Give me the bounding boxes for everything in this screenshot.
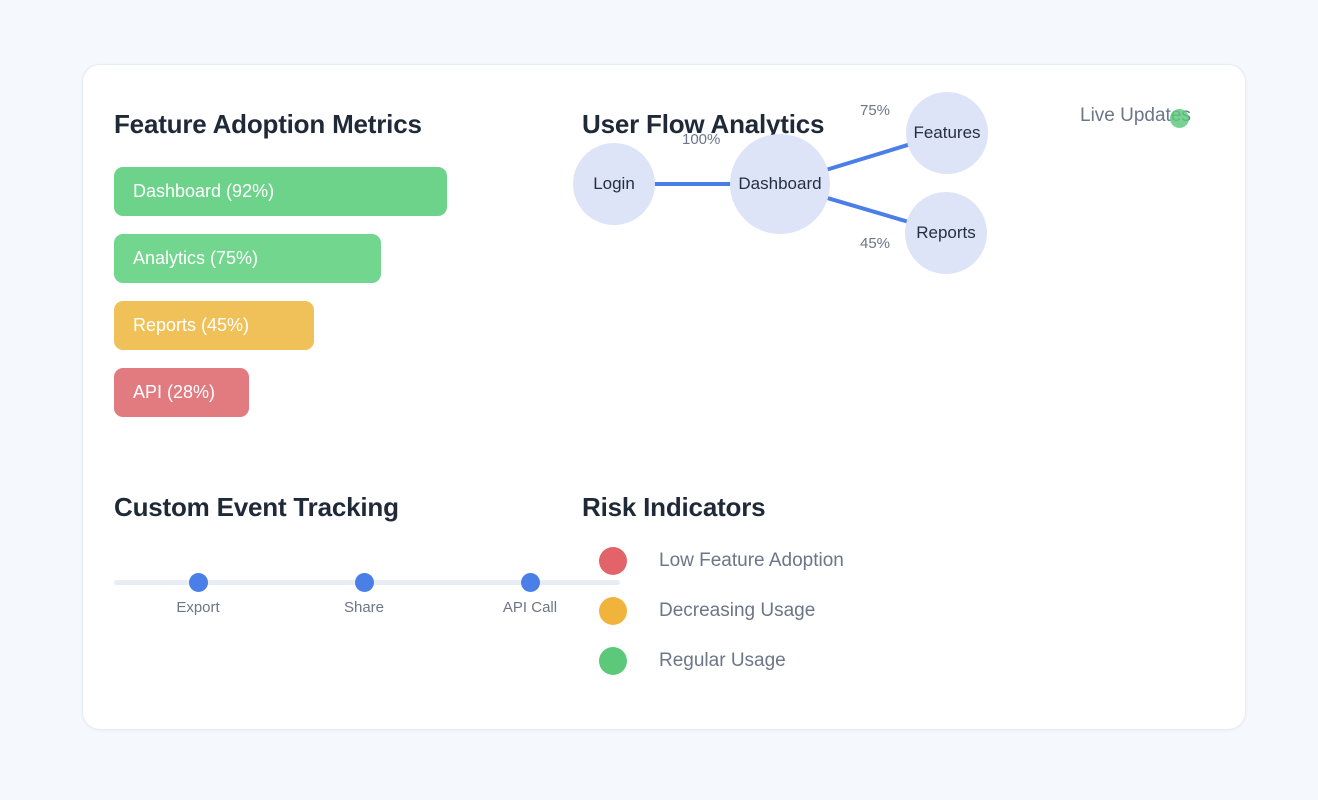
risk-indicator-row[interactable]: Low Feature Adoption xyxy=(599,536,844,586)
adoption-bar[interactable]: Reports (45%) xyxy=(114,301,314,350)
timeline-event-label: API Call xyxy=(502,599,558,616)
flow-node-reports[interactable]: Reports xyxy=(905,192,987,274)
risk-indicators-title: Risk Indicators xyxy=(582,492,766,522)
flow-edge-label: 100% xyxy=(682,131,721,148)
adoption-bar-label: Dashboard (92%) xyxy=(133,181,275,201)
live-updates-indicator[interactable]: Live Updates xyxy=(1080,105,1240,135)
adoption-bar-label: Reports (45%) xyxy=(133,315,250,335)
event-timeline: Export Share API Call xyxy=(114,560,624,630)
flow-node-label: Login xyxy=(593,174,635,193)
flow-edge-label: 45% xyxy=(860,235,891,252)
timeline-event-dot-icon xyxy=(355,573,374,592)
timeline-event-dot-icon xyxy=(521,573,540,592)
risk-indicator-list: Low Feature Adoption Decreasing Usage Regu… xyxy=(599,536,844,686)
flow-node-login[interactable]: Login xyxy=(573,143,655,225)
timeline-event-label: Share xyxy=(343,599,385,616)
live-status-dot-icon xyxy=(1170,109,1189,128)
custom-event-tracking-title: Custom Event Tracking xyxy=(114,492,399,522)
flow-edge-label: 75% xyxy=(860,102,891,119)
feature-adoption-title: Feature Adoption Metrics xyxy=(114,109,422,139)
risk-indicator-label: Regular Usage xyxy=(659,650,786,671)
risk-indicator-row[interactable]: Decreasing Usage xyxy=(599,586,844,636)
flow-edge xyxy=(825,142,910,172)
flow-node-label: Dashboard xyxy=(738,174,822,193)
adoption-bar-label: API (28%) xyxy=(133,382,216,402)
risk-status-dot-icon xyxy=(599,647,627,675)
risk-status-dot-icon xyxy=(599,597,627,625)
analytics-dashboard: Feature Adoption Metrics Dashboard (92%)… xyxy=(0,0,1318,800)
flow-node-features[interactable]: Features xyxy=(906,92,988,174)
adoption-bar[interactable]: Dashboard (92%) xyxy=(114,167,447,216)
feature-adoption-bar-chart: Dashboard (92%) Analytics (75%) Reports (4… xyxy=(114,167,447,435)
risk-indicator-label: Decreasing Usage xyxy=(659,600,816,621)
risk-status-dot-icon xyxy=(599,547,627,575)
flow-node-label: Reports xyxy=(916,223,976,242)
risk-indicator-label: Low Feature Adoption xyxy=(659,550,844,571)
adoption-bar[interactable]: API (28%) xyxy=(114,368,249,417)
risk-indicator-row[interactable]: Regular Usage xyxy=(599,636,844,686)
adoption-bar-label: Analytics (75%) xyxy=(133,248,259,268)
flow-node-label: Features xyxy=(913,123,981,142)
timeline-event-label: Export xyxy=(176,599,220,616)
flow-edge xyxy=(825,196,909,224)
adoption-bar[interactable]: Analytics (75%) xyxy=(114,234,381,283)
user-flow-diagram: Login Dashboard Features Reports 100% 75% 45% xyxy=(560,80,1020,290)
timeline-event-dot-icon xyxy=(189,573,208,592)
flow-node-dashboard[interactable]: Dashboard xyxy=(730,134,830,234)
